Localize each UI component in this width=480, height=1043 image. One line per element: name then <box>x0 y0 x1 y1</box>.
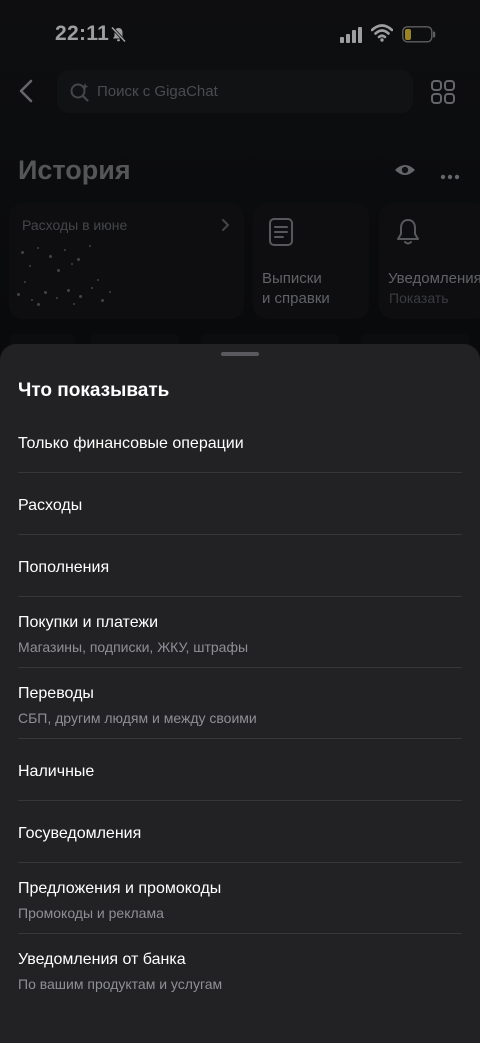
option-label: Предложения и промокоды <box>18 880 222 897</box>
divider <box>18 534 462 535</box>
divider <box>18 596 462 597</box>
option-label: Только финансовые операции <box>18 435 244 452</box>
option-subtitle: По вашим продуктам и услугам <box>18 976 223 992</box>
option-cash[interactable]: Наличные <box>0 743 480 805</box>
divider <box>18 472 462 473</box>
option-label: Наличные <box>18 763 95 780</box>
divider <box>18 667 462 668</box>
option-label: Покупки и платежи <box>18 614 159 631</box>
divider <box>18 738 462 739</box>
filter-bottom-sheet: Что показывать Только финансовые операци… <box>0 344 480 1043</box>
option-offers-promocodes[interactable]: Предложения и промокоды Промокоды и рекл… <box>0 867 480 938</box>
option-bank-notifications[interactable]: Уведомления от банка По вашим продуктам … <box>0 938 480 1009</box>
sheet-drag-handle[interactable] <box>221 352 259 356</box>
option-subtitle: Магазины, подписки, ЖКУ, штрафы <box>18 639 249 655</box>
divider <box>18 933 462 934</box>
option-subtitle: Промокоды и реклама <box>18 905 164 921</box>
option-label: Пополнения <box>18 559 110 576</box>
option-gov-notifications[interactable]: Госуведомления <box>0 805 480 867</box>
option-label: Госуведомления <box>18 825 142 842</box>
option-subtitle: СБП, другим людям и между своими <box>18 710 257 726</box>
option-label: Расходы <box>18 497 83 514</box>
option-label: Уведомления от банка <box>18 951 186 968</box>
sheet-title: Что показывать <box>18 380 170 401</box>
divider <box>18 862 462 863</box>
option-expenses[interactable]: Расходы <box>0 477 480 539</box>
divider <box>18 800 462 801</box>
option-financial-only[interactable]: Только финансовые операции <box>0 415 480 477</box>
option-top-ups[interactable]: Пополнения <box>0 539 480 601</box>
option-purchases-payments[interactable]: Покупки и платежи Магазины, подписки, ЖК… <box>0 601 480 672</box>
option-transfers[interactable]: Переводы СБП, другим людям и между своим… <box>0 672 480 743</box>
option-label: Переводы <box>18 685 94 702</box>
